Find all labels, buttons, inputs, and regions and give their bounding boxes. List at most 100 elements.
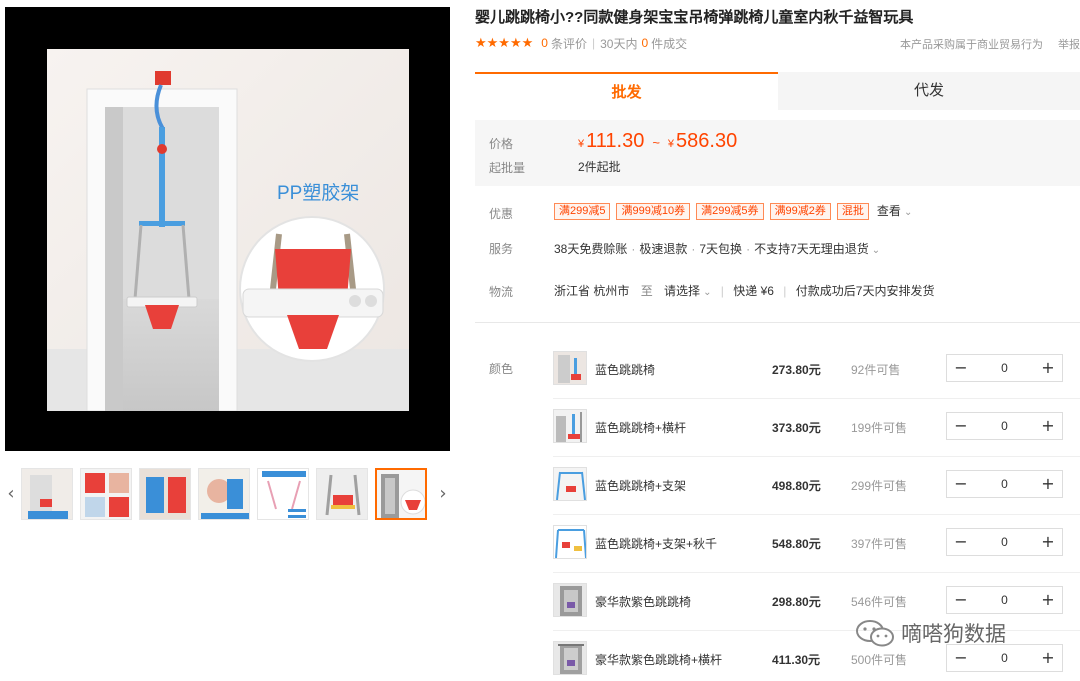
thumbnail-image <box>377 470 425 518</box>
coupon-list: 满299减5 满999减10券 满299减5券 满99减2券 混批 查看 ⌄ <box>554 203 912 220</box>
increment-button[interactable]: + <box>1034 471 1062 497</box>
increment-button[interactable]: + <box>1034 529 1062 555</box>
variant-thumbnail[interactable] <box>553 351 587 385</box>
quantity-stepper: − 0 + <box>946 528 1063 556</box>
chevron-down-icon: ⌄ <box>871 245 881 256</box>
variant-price: 273.80元 <box>772 363 821 377</box>
main-product-image[interactable]: PP塑胶架 <box>5 7 450 451</box>
coupon-tag[interactable]: 满299减5 <box>554 203 611 220</box>
destination-select[interactable]: 请选择 ⌄ <box>664 284 711 298</box>
quantity-input[interactable]: 0 <box>975 471 1034 497</box>
decrement-button[interactable]: − <box>947 471 975 497</box>
price-label: 价格 <box>489 137 514 151</box>
variant-stock: 299件可售 <box>851 479 908 493</box>
decrement-button[interactable]: − <box>947 413 975 439</box>
price-box: 价格 ¥111.30 ~ ¥586.30 起批量 2件起批 <box>475 120 1080 186</box>
destination-value: 请选择 <box>664 284 701 298</box>
variant-thumbnail[interactable] <box>553 525 587 559</box>
service-item: 极速退款 <box>639 242 688 256</box>
decrement-button[interactable]: − <box>947 587 975 613</box>
service-item: 不支持7天无理由退货 <box>754 242 869 256</box>
purchase-mode-tabs: 批发 代发 <box>475 72 1080 110</box>
report-link[interactable]: 举报 <box>1058 36 1080 52</box>
increment-button[interactable]: + <box>1034 587 1062 613</box>
variant-row: 蓝色跳跳椅+支架+秋千 548.80元 397件可售 − 0 + <box>553 515 1080 573</box>
divider: | <box>591 36 596 50</box>
variant-name: 蓝色跳跳椅+支架+秋千 <box>595 537 718 551</box>
quantity-input[interactable]: 0 <box>975 529 1034 555</box>
currency-symbol: ¥ <box>667 138 675 150</box>
coupon-tag[interactable]: 满99减2券 <box>769 203 831 220</box>
service-item: 7天包换 <box>699 242 743 256</box>
review-label[interactable]: 条评价 <box>551 35 587 52</box>
chevron-down-icon: ⌄ <box>903 207 913 218</box>
divider: | <box>783 284 787 298</box>
see-more-label: 查看 <box>876 204 901 218</box>
coupon-tag[interactable]: 满999减10券 <box>616 203 691 220</box>
shipping-fee: 快递 ¥6 <box>733 284 774 298</box>
sales-prefix: 30天内 <box>600 36 638 51</box>
thumbnail[interactable] <box>257 468 309 520</box>
variant-thumbnail[interactable] <box>553 467 587 501</box>
trade-notice: 本产品采购属于商业贸易行为 <box>900 39 1043 51</box>
thumbnail[interactable] <box>316 468 368 520</box>
service-list[interactable]: 38天免费赊账 · 极速退款 · 7天包换 · 不支持7天无理由退货 ⌄ <box>554 240 880 257</box>
tab-wholesale[interactable]: 批发 <box>475 72 778 110</box>
variant-thumbnail[interactable] <box>553 583 587 617</box>
variant-price: 373.80元 <box>772 421 821 435</box>
variant-stock: 397件可售 <box>851 537 908 551</box>
product-photo: PP塑胶架 <box>47 49 409 411</box>
variant-thumbnail[interactable] <box>553 641 587 675</box>
variant-row: 蓝色跳跳椅+横杆 373.80元 199件可售 − 0 + <box>553 399 1080 457</box>
thumbnail-image <box>140 469 190 519</box>
currency-symbol: ¥ <box>578 138 585 150</box>
thumbnail-active[interactable] <box>375 468 427 520</box>
decrement-button[interactable]: − <box>947 529 975 555</box>
increment-button[interactable]: + <box>1034 645 1062 671</box>
variant-name: 蓝色跳跳椅 <box>595 363 656 377</box>
thumbnail[interactable] <box>21 468 73 520</box>
variant-price: 548.80元 <box>772 537 821 551</box>
promo-label: 优惠 <box>489 207 514 221</box>
service-label: 服务 <box>489 242 514 256</box>
coupon-tag[interactable]: 满299减5券 <box>696 203 764 220</box>
thumb-prev-arrow-icon[interactable]: ‹ <box>5 466 17 522</box>
review-count[interactable]: 0 <box>541 36 548 50</box>
variant-thumbnail[interactable] <box>553 409 587 443</box>
watermark-text: 嘀嗒狗数据 <box>901 623 1006 646</box>
increment-button[interactable]: + <box>1034 355 1062 381</box>
dot-separator: · <box>691 242 696 256</box>
thumbnail[interactable] <box>80 468 132 520</box>
coupon-tag[interactable]: 混批 <box>836 203 869 220</box>
price-tilde: ~ <box>652 135 660 150</box>
variant-stock: 92件可售 <box>851 363 901 377</box>
increment-button[interactable]: + <box>1034 413 1062 439</box>
thumbnail-image <box>258 469 308 519</box>
thumbnail[interactable] <box>139 468 191 520</box>
rating-row: ★★★★★ 0 条评价 | 30天内 0 件成交 <box>475 35 687 51</box>
thumbnail-strip: ‹ › <box>5 466 450 522</box>
tab-dropship[interactable]: 代发 <box>778 72 1080 110</box>
variant-stock: 199件可售 <box>851 421 908 435</box>
quantity-input[interactable]: 0 <box>975 413 1034 439</box>
divider: | <box>720 284 724 298</box>
quantity-input[interactable]: 0 <box>975 355 1034 381</box>
variant-name: 蓝色跳跳椅+支架 <box>595 479 687 493</box>
decrement-button[interactable]: − <box>947 355 975 381</box>
wechat-icon <box>856 620 894 647</box>
thumb-next-arrow-icon[interactable]: › <box>437 466 449 522</box>
thumbnail-image <box>199 469 249 519</box>
color-label: 颜色 <box>489 362 514 376</box>
see-more-coupons[interactable]: 查看 ⌄ <box>877 203 912 220</box>
moq-value: 2件起批 <box>578 160 621 174</box>
thumbnail[interactable] <box>198 468 250 520</box>
quantity-stepper: − 0 + <box>946 412 1063 440</box>
quantity-stepper: − 0 + <box>946 354 1063 382</box>
product-title: 婴儿跳跳椅小??同款健身架宝宝吊椅弹跳椅儿童室内秋千益智玩具 <box>475 9 914 26</box>
rating-stars-icon: ★★★★★ <box>475 35 534 51</box>
quantity-input[interactable]: 0 <box>975 587 1034 613</box>
variant-row: 蓝色跳跳椅+支架 498.80元 299件可售 − 0 + <box>553 457 1080 515</box>
callout-text: PP塑胶架 <box>277 182 359 204</box>
sales-count: 0 <box>641 36 649 50</box>
thumbnail-image <box>317 469 367 519</box>
